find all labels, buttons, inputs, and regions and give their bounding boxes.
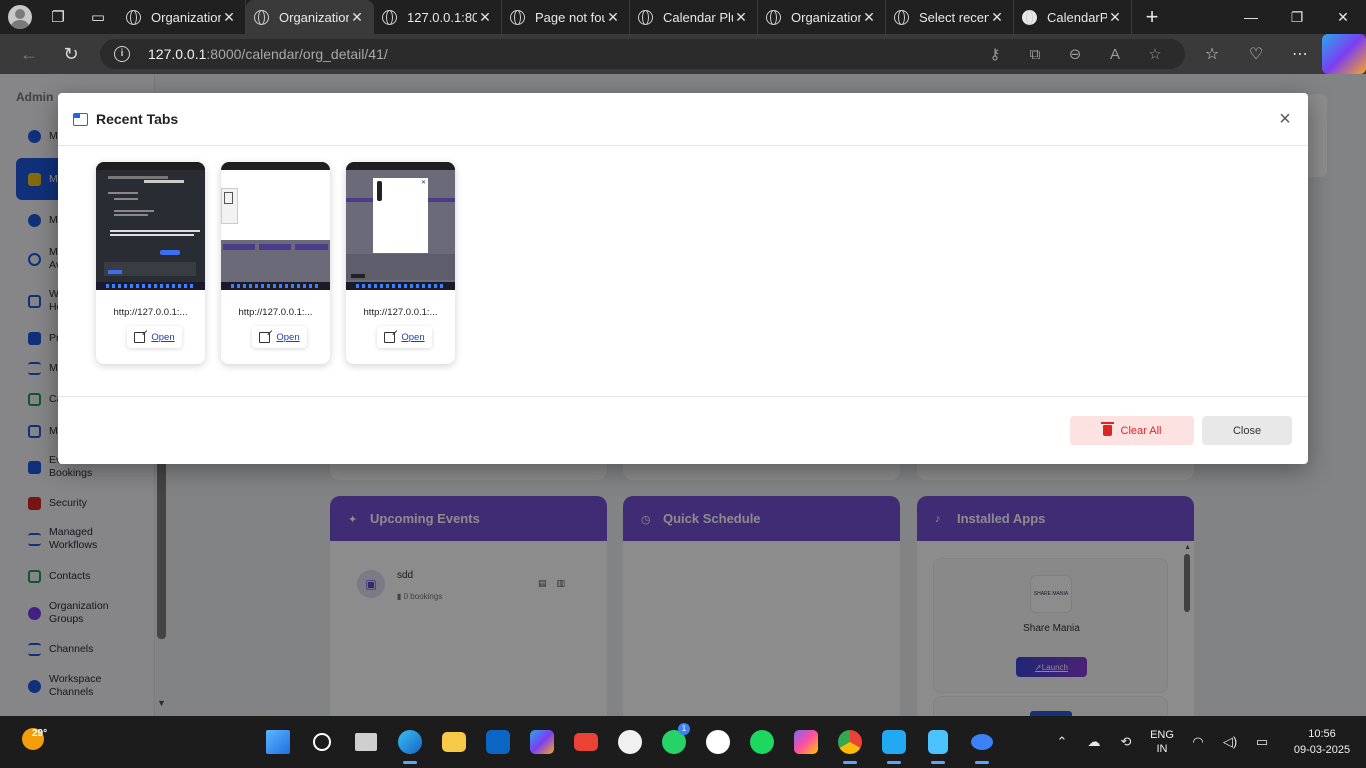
globe-icon [382,9,397,25]
wifi-icon[interactable]: ◠ [1182,734,1214,750]
browser-tab[interactable]: Organization ✕ [118,0,246,34]
close-tab-icon[interactable]: ✕ [221,9,237,26]
temperature: 29° [32,728,48,739]
open-tab-button[interactable]: Open [252,326,307,348]
more-menu-icon[interactable]: ⋯ [1278,34,1322,74]
close-icon[interactable]: × [1274,108,1296,130]
github-app-icon[interactable] [608,726,652,758]
whatsapp-icon[interactable]: 1 [652,723,696,758]
external-link-icon [134,331,146,343]
notepad-icon[interactable] [916,726,960,764]
favorites-icon[interactable]: ☆ [1190,34,1234,74]
chatgpt-icon[interactable] [696,726,740,758]
address-bar-row: ← ↻ i 127.0.0.1:8000/calendar/org_detail… [0,34,1366,74]
spotify-icon[interactable] [740,726,784,758]
chevron-up-icon[interactable]: ⌃ [1046,734,1078,750]
edge-browser-icon[interactable] [388,726,432,764]
open-tab-button[interactable]: Open [377,326,432,348]
browser-tab[interactable]: Calendar Plu ✕ [630,0,758,34]
maximize-icon[interactable]: ❐ [1274,0,1320,34]
close-tab-icon[interactable]: ✕ [1107,9,1123,26]
tab-thumbnail [221,162,330,290]
external-link-icon [384,331,396,343]
modal-title: Recent Tabs [96,111,179,127]
recent-tabs-modal: Recent Tabs × http://127.0.0.1:... Open … [58,93,1308,464]
external-link-icon [259,331,271,343]
clock[interactable]: 10:56 09-03-2025 [1278,726,1366,758]
globe-icon [894,9,909,25]
volume-icon[interactable]: ◁) [1214,734,1246,750]
modal-header: Recent Tabs × [58,93,1308,146]
copilot-icon[interactable] [1322,34,1366,74]
sync-icon[interactable]: ⟲ [1110,734,1142,750]
workspaces-icon[interactable]: ❐ [38,0,78,34]
browser-tab-active[interactable]: Organization ✕ [246,0,374,34]
browser-tab[interactable]: CalendarPlu ✕ [1014,0,1132,34]
window-tab-icon [73,112,88,126]
modal-footer-divider [58,396,1308,397]
new-tab-button[interactable]: + [1132,4,1172,30]
globe-icon [766,9,781,25]
file-explorer-icon[interactable] [432,726,476,758]
favorite-star-icon[interactable]: ☆ [1135,39,1175,69]
close-tab-icon[interactable]: ✕ [605,9,621,26]
search-icon[interactable] [300,726,344,758]
recent-tab-card[interactable]: http://127.0.0.1:... Open [96,162,205,364]
vscode-icon[interactable] [872,726,916,764]
key-icon[interactable]: ⚷ [975,39,1015,69]
clear-all-button[interactable]: Clear All [1070,416,1194,445]
profile-avatar[interactable] [8,5,32,29]
browser-tab-bar: ❐ ▭ Organization ✕ Organization ✕ 127.0.… [0,0,1366,34]
windows-taskbar: 29° 1 ⌃ ☁ ⟲ ENG IN ◠ ◁) ▭ 10:56 09-03-2025 [0,716,1366,768]
globe-icon [510,9,525,25]
site-info-icon[interactable]: i [114,46,130,62]
chrome-icon[interactable] [828,726,872,764]
recent-tab-card[interactable]: ✕ http://127.0.0.1:... Open [346,162,455,364]
recent-tabs-grid: http://127.0.0.1:... Open http://127.0.0… [96,162,455,364]
tab-actions-icon[interactable]: ▭ [78,0,118,34]
browser-tab[interactable]: 127.0.0.1:800 ✕ [374,0,502,34]
browser-tab[interactable]: Select recen ✕ [886,0,1014,34]
copilot-app-icon[interactable] [520,726,564,758]
tab-thumbnail: ✕ [346,162,455,290]
close-tab-icon[interactable]: ✕ [349,9,365,26]
start-windows-icon[interactable] [256,726,300,758]
tab-thumbnail [96,162,205,290]
read-aloud-icon[interactable]: A [1095,39,1135,69]
close-tab-icon[interactable]: ✕ [733,9,749,26]
back-arrow-icon[interactable]: ← [8,34,50,74]
globe-icon [254,9,269,25]
globe-icon [126,9,141,25]
zoom-out-icon[interactable]: ⊖ [1055,39,1095,69]
refresh-icon[interactable]: ↻ [50,34,92,74]
close-button[interactable]: Close [1202,416,1292,445]
language-indicator[interactable]: ENG IN [1142,728,1182,756]
browser-tab[interactable]: Page not fou ✕ [502,0,630,34]
browser-tab[interactable]: Organization ✕ [758,0,886,34]
github-icon [1022,9,1037,25]
globe-icon [638,9,653,25]
onedrive-icon[interactable]: ☁ [1078,734,1110,750]
browser-essentials-icon[interactable]: ♡ [1234,34,1278,74]
app-icon[interactable] [960,726,1004,764]
recent-tab-card[interactable]: http://127.0.0.1:... Open [221,162,330,364]
minimize-icon[interactable]: — [1228,0,1274,34]
open-tab-button[interactable]: Open [127,326,182,348]
window-close-icon[interactable]: ✕ [1320,0,1366,34]
clickup-icon[interactable] [784,726,828,758]
gmail-icon[interactable] [564,726,608,758]
linkedin-icon[interactable] [476,726,520,758]
task-view-icon[interactable] [344,726,388,758]
close-tab-icon[interactable]: ✕ [477,9,493,26]
close-tab-icon[interactable]: ✕ [861,9,877,26]
trash-icon [1100,422,1114,436]
open-app-icon[interactable]: ⧉ [1015,39,1055,69]
battery-icon[interactable]: ▭ [1246,734,1278,750]
close-tab-icon[interactable]: ✕ [989,9,1005,26]
url-field[interactable]: i 127.0.0.1:8000/calendar/org_detail/41/… [100,39,1185,69]
